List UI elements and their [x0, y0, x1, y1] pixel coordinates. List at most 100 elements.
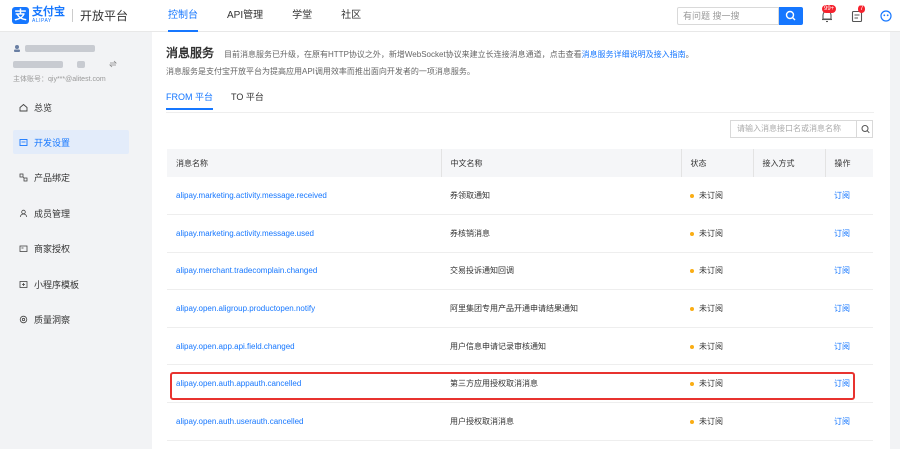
search-input[interactable]: 有问题 搜一搜: [677, 7, 779, 25]
sidebar-item-mini-program-template[interactable]: 小程序模板: [13, 272, 129, 296]
page-description: 目前消息服务已升级，在原有HTTP协议之外，新增WebSocket协议来建立长连…: [224, 50, 694, 59]
status-dot: [690, 344, 694, 349]
table-row: alipay.open.aligroup.productopen.notify …: [167, 289, 873, 328]
table-header: 消息名称 中文名称 状态 接入方式 操作: [167, 149, 873, 177]
task-badge: 7: [858, 5, 866, 13]
main-account: 主体账号：qiy***@alitest.com: [13, 76, 106, 83]
notification-badge: 99+: [822, 5, 837, 13]
message-cn-name: 交易投诉通知回调: [441, 252, 681, 291]
main-panel: 消息服务 目前消息服务已升级，在原有HTTP协议之外，新增WebSocket协议…: [152, 32, 890, 449]
account-icon: [14, 45, 20, 52]
subscribe-link[interactable]: 订阅: [825, 327, 873, 366]
members-icon: [19, 209, 28, 217]
quality-icon: [19, 315, 28, 323]
tabs-divider: [166, 112, 874, 113]
status-cell: 未订阅: [681, 364, 753, 404]
subscribe-link[interactable]: 订阅: [825, 252, 873, 291]
topnav-console[interactable]: 控制台: [168, 0, 199, 32]
status-dot: [690, 382, 694, 387]
filter-search-button[interactable]: [856, 120, 873, 138]
alipay-logo[interactable]: 支 支付宝 ALIPAY 开放平台: [12, 7, 128, 24]
brand-name-en: ALIPAY: [32, 18, 52, 24]
user-menu-button[interactable]: [879, 9, 893, 23]
search-icon: [861, 125, 870, 134]
switch-account-icon[interactable]: [109, 60, 117, 68]
message-name-link[interactable]: alipay.marketing.activity.message.receiv…: [167, 177, 441, 216]
tab-from-platform[interactable]: FROM 平台: [166, 90, 213, 110]
subscribe-link[interactable]: 订阅: [825, 402, 873, 441]
brand-name: 支付宝: [32, 6, 65, 18]
access-mode-cell: [753, 177, 825, 216]
status-cell: 未订阅: [681, 177, 753, 216]
status-cell: 未订阅: [681, 289, 753, 328]
status-dot: [690, 419, 694, 424]
message-name-link[interactable]: alipay.open.app.api.field.changed: [167, 327, 441, 366]
search-icon: [785, 10, 796, 21]
access-mode-cell: [753, 364, 825, 404]
message-filter-input[interactable]: 请输入消息接口名或消息名称: [730, 120, 856, 138]
top-bar: 支 支付宝 ALIPAY 开放平台 控制台 API管理 学堂 社区 有问题 搜一…: [0, 0, 900, 32]
subscribe-link[interactable]: 订阅: [825, 364, 873, 404]
subscribe-link[interactable]: 订阅: [825, 289, 873, 328]
topnav-api[interactable]: API管理: [227, 0, 263, 32]
message-cn-name: 第三方应用授权取消消息: [441, 364, 681, 404]
header-message-name: 消息名称: [167, 149, 441, 177]
sidebar-item-members[interactable]: 成员管理: [13, 201, 129, 225]
status-cell: 未订阅: [681, 402, 753, 441]
message-name-link[interactable]: alipay.open.aligroup.productopen.notify: [167, 289, 441, 328]
message-cn-name: 用户授权取消消息: [441, 402, 681, 441]
user-icon: [880, 10, 892, 22]
message-name-link[interactable]: alipay.marketing.activity.message.used: [167, 214, 441, 253]
page-subdescription: 消息服务是支付宝开放平台为提高应用API调用效率而推出面向开发者的一项消息服务。: [166, 67, 475, 76]
merchant-icon: [19, 245, 28, 252]
status-dot: [690, 269, 694, 274]
subscribe-link[interactable]: 订阅: [825, 214, 873, 253]
message-name-link[interactable]: alipay.open.auth.appauth.cancelled: [167, 364, 441, 404]
home-icon: [19, 103, 28, 111]
alipay-logo-icon: 支: [12, 7, 29, 24]
sidebar-item-merchant-auth[interactable]: 商家授权: [13, 236, 129, 260]
access-mode-cell: [753, 214, 825, 253]
platform-name: 开放平台: [80, 9, 129, 23]
status-dot: [690, 306, 694, 311]
access-mode-cell: [753, 327, 825, 366]
sidebar-item-overview[interactable]: 总览: [13, 95, 129, 119]
table-row: alipay.marketing.activity.message.used 券…: [167, 214, 873, 253]
status-cell: 未订阅: [681, 327, 753, 366]
table-row-highlighted: alipay.open.auth.appauth.cancelled 第三方应用…: [167, 364, 873, 404]
header-cn-name: 中文名称: [440, 149, 681, 177]
message-table: 消息名称 中文名称 状态 接入方式 操作 alipay.marketing.ac…: [167, 149, 873, 441]
search-button[interactable]: [779, 7, 803, 25]
status-cell: 未订阅: [681, 214, 753, 253]
subscribe-link[interactable]: 订阅: [825, 177, 873, 216]
header-access-mode: 接入方式: [752, 149, 825, 177]
topnav-academy[interactable]: 学堂: [292, 0, 312, 32]
status-dot: [690, 193, 694, 198]
settings-icon: [19, 138, 28, 146]
message-cn-name: 券核销消息: [441, 214, 681, 253]
sidebar-item-quality-insight[interactable]: 质量洞察: [13, 307, 129, 331]
status-cell: 未订阅: [681, 252, 753, 291]
header-status: 状态: [680, 149, 753, 177]
message-name-link[interactable]: alipay.merchant.tradecomplain.changed: [167, 252, 441, 291]
direction-tabs: FROM 平台 TO 平台: [166, 90, 282, 110]
table-row: alipay.marketing.activity.message.receiv…: [167, 177, 873, 216]
logo-divider: [72, 9, 73, 22]
message-cn-name: 阿里集团专用产品开通申请结果通知: [441, 289, 681, 328]
sidebar-item-product-binding[interactable]: 产品绑定: [13, 165, 129, 189]
tab-to-platform[interactable]: TO 平台: [231, 90, 264, 110]
access-mode-cell: [753, 289, 825, 328]
message-cn-name: 券领取通知: [441, 177, 681, 216]
guide-link[interactable]: 消息服务详细说明及接入指南: [582, 50, 686, 59]
sidebar-item-dev-settings[interactable]: 开发设置: [13, 130, 129, 154]
account-name-masked: [25, 44, 95, 52]
product-icon: [19, 173, 28, 181]
sidebar: 主体账号：qiy***@alitest.com 总览 开发设置 产品绑定 成员管…: [0, 32, 140, 449]
status-dot: [690, 231, 694, 236]
table-row: alipay.open.app.api.field.changed 用户信息申请…: [167, 327, 873, 366]
template-icon: [19, 280, 28, 288]
topnav-community[interactable]: 社区: [341, 0, 361, 32]
table-row: alipay.merchant.tradecomplain.changed 交易…: [167, 252, 873, 291]
access-mode-cell: [753, 252, 825, 291]
message-name-link[interactable]: alipay.open.auth.userauth.cancelled: [167, 402, 441, 441]
